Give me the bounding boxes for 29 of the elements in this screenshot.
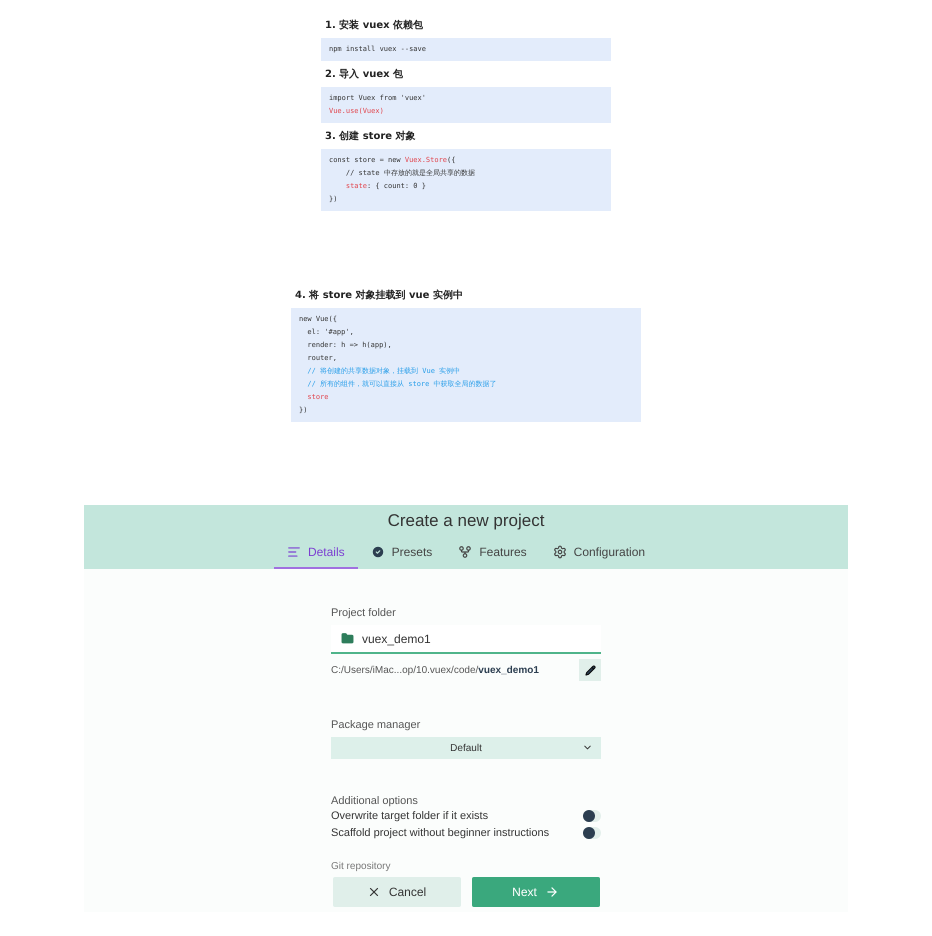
toggle-switch[interactable] xyxy=(583,826,601,838)
input-text[interactable]: vuex_demo1 xyxy=(362,632,562,646)
folder-path: C:/Users/iMac...op/10.vuex/code/vuex_demo1 xyxy=(331,664,539,676)
package-manager-select[interactable]: Default xyxy=(331,737,601,759)
tab[interactable]: Details xyxy=(274,539,358,569)
list-icon xyxy=(286,545,301,559)
tab[interactable]: Presets xyxy=(358,539,446,569)
section-heading: 1. 安装 vuex 依赖包 xyxy=(324,18,424,33)
section-label: Git repository xyxy=(331,861,392,873)
page-title: Create a new project xyxy=(388,511,544,531)
option-label: Scaffold project without beginner instructions xyxy=(331,826,550,838)
fork-icon xyxy=(458,545,472,559)
section-heading: 2. 导入 vuex 包 xyxy=(324,68,404,82)
settings-icon xyxy=(552,545,567,559)
pencil-icon xyxy=(584,664,596,676)
field-label: Project folder xyxy=(331,607,397,619)
section-heading: 4. 将 store 对象挂载到 vue 实例中 xyxy=(294,288,464,303)
option-label: Overwrite target folder if it exists xyxy=(331,810,488,822)
cancel-button[interactable]: Cancel xyxy=(332,877,460,907)
tab[interactable]: Features xyxy=(445,539,540,569)
tab[interactable]: Configuration xyxy=(540,539,658,569)
folder-icon xyxy=(341,632,354,645)
edit-button[interactable] xyxy=(579,659,601,681)
check-circle-icon xyxy=(370,545,385,559)
section-label: Additional options xyxy=(331,795,419,807)
input-field[interactable]: vuex_demo1 xyxy=(331,625,601,654)
field-label: Package manager xyxy=(331,719,422,731)
section-heading: 3. 创建 store 对象 xyxy=(324,130,417,144)
toggle-switch[interactable] xyxy=(583,810,601,822)
